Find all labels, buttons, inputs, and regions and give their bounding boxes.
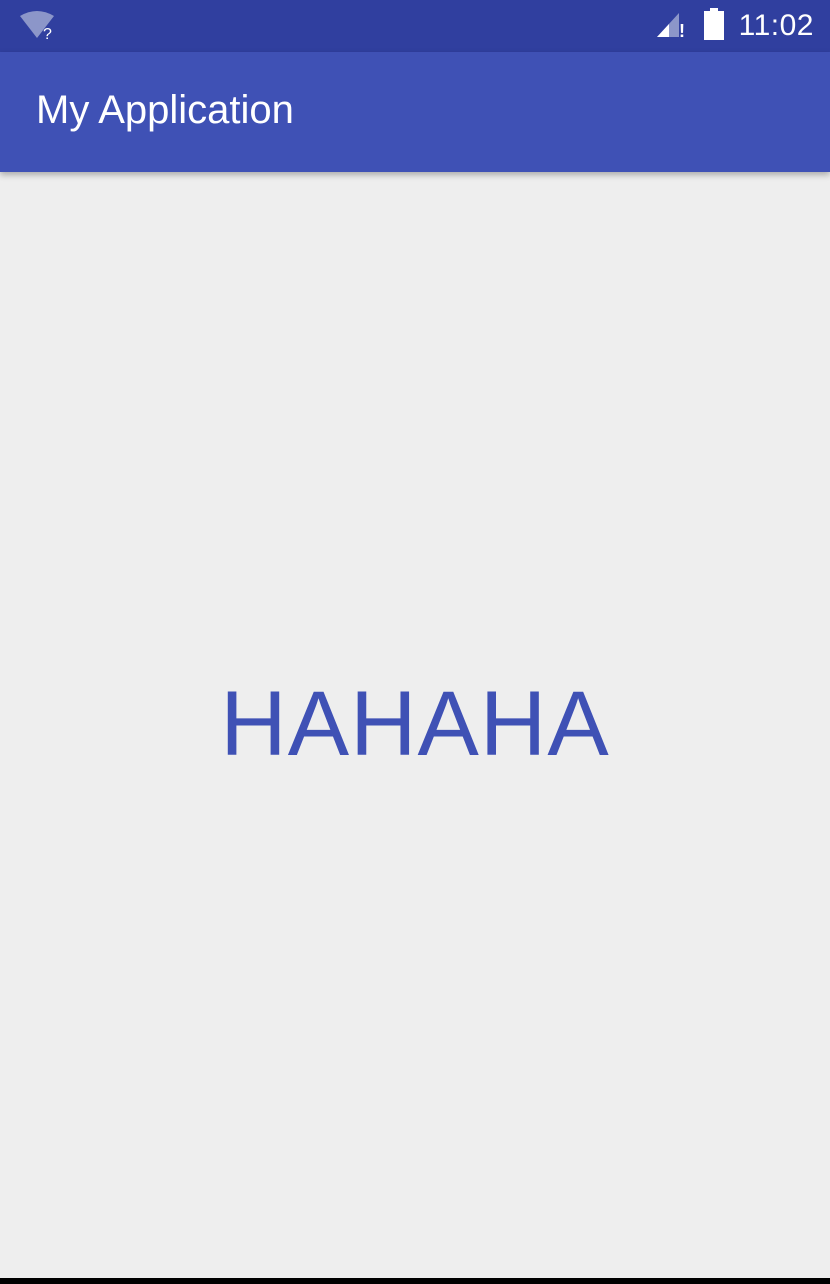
signal-badge-text: !: [679, 21, 685, 39]
battery-icon: [703, 8, 725, 44]
main-content: HAHAHA: [0, 172, 830, 1278]
screen-bottom-edge: [0, 1278, 830, 1284]
wifi-badge-text: ?: [43, 26, 52, 43]
main-text: HAHAHA: [220, 673, 610, 775]
cell-signal-icon: !: [655, 9, 689, 43]
status-time: 11:02: [738, 9, 814, 42]
wifi-no-internet-icon: ?: [18, 10, 58, 44]
app-bar: My Application: [0, 52, 830, 172]
app-screen: ? ! 11:02 My Application HAHAHA: [0, 0, 830, 1278]
status-icons: ! 11:02: [655, 0, 814, 52]
app-title: My Application: [36, 88, 294, 132]
status-bar: ? ! 11:02: [0, 0, 830, 52]
